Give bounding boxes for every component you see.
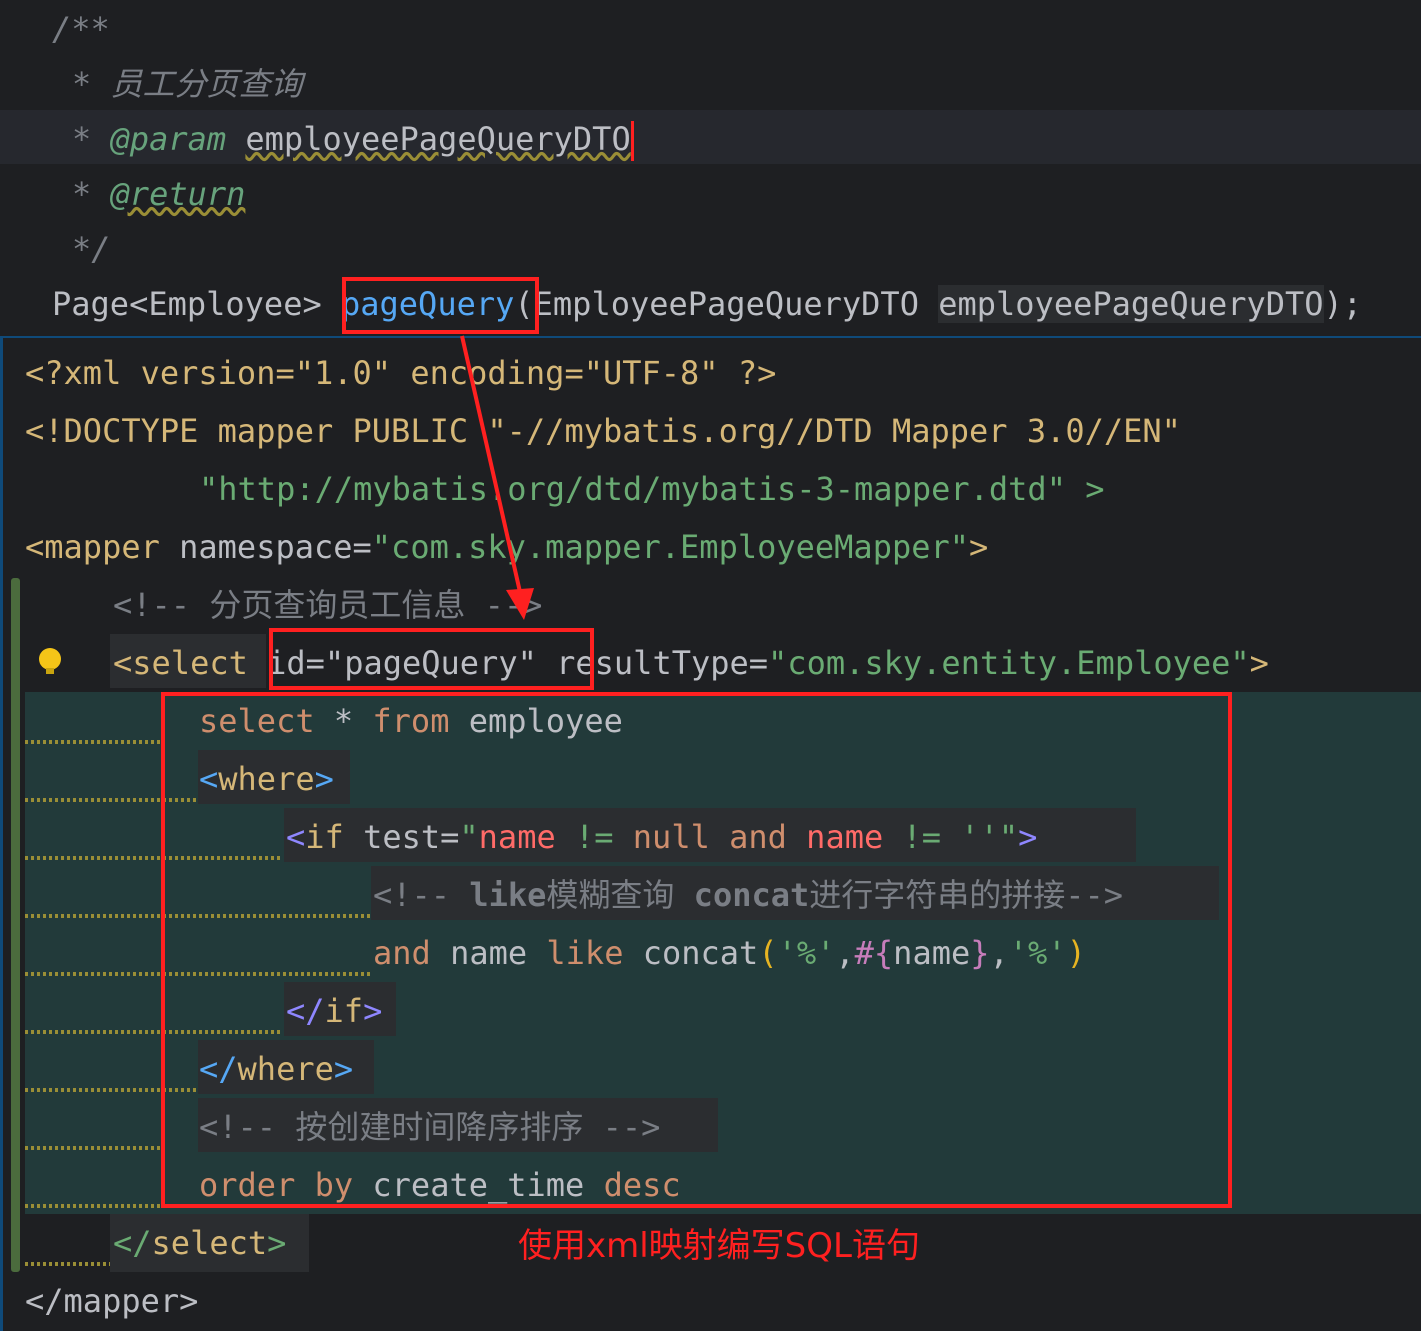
arrow-annotation	[460, 335, 534, 620]
annotation-caption: 使用xml映射编写SQL语句	[518, 1226, 920, 1266]
